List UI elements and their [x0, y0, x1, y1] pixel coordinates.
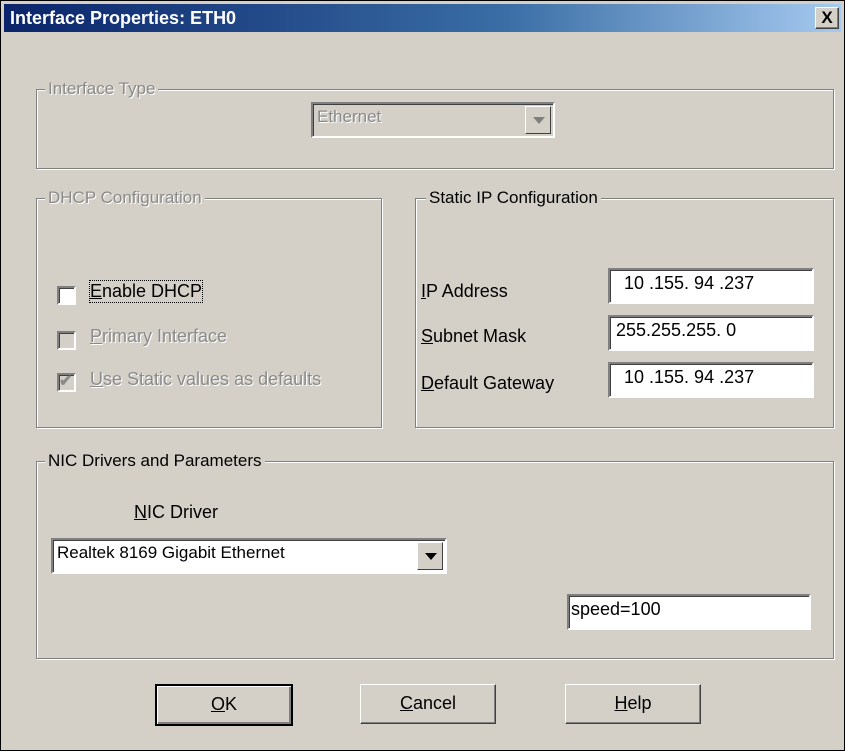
nic-drivers-legend: NIC Drivers and Parameters — [45, 450, 265, 472]
subnet-mask-value: 255.255.255. 0 — [616, 320, 737, 340]
nic-parameters-value: speed=100 — [571, 599, 661, 619]
dhcp-configuration-legend: DHCP Configuration — [45, 187, 205, 209]
use-static-defaults-label[interactable]: Use Static values as defaults — [90, 369, 321, 390]
enable-dhcp-accel: E — [90, 281, 103, 301]
dhcp-configuration-group: DHCP Configuration Enable DHCP Primary I… — [36, 187, 382, 428]
cancel-button[interactable]: Cancel — [360, 684, 496, 724]
nic-driver-text: IC Driver — [147, 502, 218, 522]
cancel-accel: C — [399, 693, 413, 713]
checkmark-icon: ✔ — [59, 373, 73, 390]
window-title: Interface Properties: ETH0 — [10, 8, 237, 28]
ip-address-text: P Address — [426, 281, 508, 301]
static-ip-configuration-legend: Static IP Configuration — [426, 187, 601, 209]
subnet-mask-field[interactable]: 255.255.255. 0 — [608, 315, 814, 351]
static-ip-configuration-group: Static IP Configuration IP Address 10 .1… — [415, 187, 834, 428]
ok-accel: O — [210, 694, 225, 714]
interface-type-group: Interface Type Ethernet — [36, 78, 834, 169]
subnet-mask-text: ubnet Mask — [433, 326, 527, 346]
nic-driver-value: Realtek 8169 Gigabit Ethernet — [57, 543, 285, 562]
chevron-down-icon — [425, 553, 437, 560]
default-gateway-text: efault Gateway — [434, 373, 555, 393]
title-bar[interactable]: Interface Properties: ETH0 X — [4, 4, 841, 32]
nic-driver-dropdown-arrow[interactable] — [417, 542, 443, 570]
interface-type-value: Ethernet — [317, 107, 382, 126]
nic-parameters-field[interactable]: speed=100 — [567, 594, 811, 630]
default-gateway-value: 10 .155. 94 .237 — [624, 367, 755, 387]
interface-type-dropdown-arrow[interactable] — [525, 106, 551, 134]
primary-interface-checkbox[interactable] — [57, 331, 76, 350]
default-gateway-accel: D — [421, 373, 434, 393]
primary-interface-text: rimary Interface — [102, 326, 228, 346]
cancel-text: ancel — [412, 693, 457, 713]
help-text: elp — [627, 693, 652, 713]
ip-address-value: 10 .155. 94 .237 — [624, 273, 755, 293]
primary-interface-accel: P — [90, 326, 103, 346]
nic-drivers-group: NIC Drivers and Parameters NIC Driver Re… — [36, 450, 834, 659]
enable-dhcp-checkbox[interactable] — [57, 286, 76, 305]
use-static-defaults-text: se Static values as defaults — [103, 369, 322, 389]
ip-address-label: IP Address — [421, 281, 508, 302]
ok-text: K — [225, 694, 238, 714]
primary-interface-label[interactable]: Primary Interface — [90, 326, 227, 347]
use-static-defaults-accel: U — [90, 369, 103, 389]
chevron-down-icon — [533, 117, 545, 124]
subnet-mask-accel: S — [421, 326, 434, 346]
interface-type-legend: Interface Type — [45, 78, 159, 100]
enable-dhcp-label[interactable]: Enable DHCP — [88, 280, 204, 303]
help-accel: H — [614, 693, 628, 713]
default-gateway-field[interactable]: 10 .155. 94 .237 — [608, 362, 814, 398]
nic-driver-select[interactable]: Realtek 8169 Gigabit Ethernet — [51, 538, 447, 574]
close-button[interactable]: X — [815, 7, 839, 29]
enable-dhcp-text: nable DHCP — [102, 281, 203, 301]
interface-properties-dialog: Interface Properties: ETH0 X Interface T… — [0, 0, 845, 751]
use-static-defaults-checkbox[interactable]: ✔ — [57, 373, 76, 392]
nic-driver-label: NIC Driver — [134, 502, 218, 523]
interface-type-select[interactable]: Ethernet — [311, 102, 555, 138]
default-gateway-label: Default Gateway — [421, 373, 554, 394]
subnet-mask-label: Subnet Mask — [421, 326, 526, 347]
help-button[interactable]: Help — [565, 684, 701, 724]
ip-address-field[interactable]: 10 .155. 94 .237 — [608, 268, 814, 304]
ok-button[interactable]: OK — [155, 684, 293, 726]
nic-driver-accel: N — [134, 502, 147, 522]
